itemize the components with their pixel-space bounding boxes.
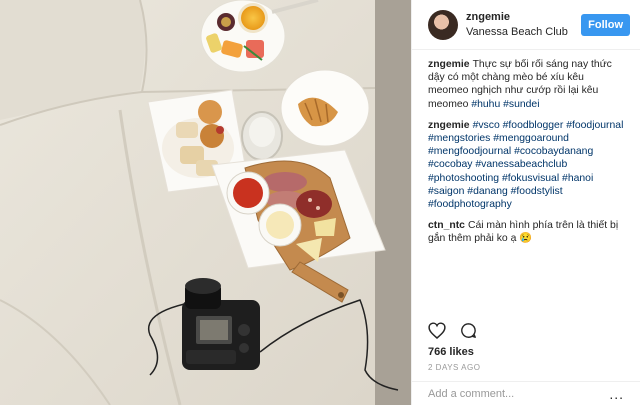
hashtag-link[interactable]: #foodblogger bbox=[503, 120, 564, 131]
heart-icon[interactable] bbox=[428, 322, 446, 339]
post-header: zngemie Vanessa Beach Club Follow bbox=[412, 0, 640, 50]
hashtag-link[interactable]: #cocobaydanang bbox=[514, 146, 593, 157]
hashtag-link[interactable]: #vanessabeachclub bbox=[475, 159, 567, 170]
avatar[interactable] bbox=[428, 9, 458, 40]
comment-text: 😢 bbox=[519, 233, 533, 245]
hashtag-link[interactable]: #foodphotography bbox=[428, 199, 512, 210]
likes-count[interactable]: 766 likes bbox=[428, 346, 474, 358]
post-author: zngemie Vanessa Beach Club bbox=[466, 10, 581, 40]
comment-bubble-icon[interactable] bbox=[460, 322, 477, 339]
hashtag-link[interactable]: #sundei bbox=[503, 99, 539, 110]
hashtag-link[interactable]: #mengfoodjournal bbox=[428, 146, 511, 157]
post-location[interactable]: Vanessa Beach Club bbox=[466, 25, 581, 40]
action-bar bbox=[428, 322, 477, 339]
author-username[interactable]: zngemie bbox=[466, 10, 581, 25]
comment-item: zngemie Thực sự bối rối sáng nay thức dậy… bbox=[428, 58, 624, 111]
hashtag-link[interactable]: #vsco bbox=[473, 120, 500, 131]
add-comment-bar: Add a comment... ... bbox=[412, 381, 640, 406]
hashtag-link[interactable]: #mengstories bbox=[428, 133, 490, 144]
comment-username[interactable]: ctn_ntc bbox=[428, 220, 465, 231]
instagram-post: zngemie Vanessa Beach Club Follow zngemi… bbox=[0, 0, 640, 405]
hashtag-link[interactable]: #foodstylist bbox=[511, 186, 563, 197]
hashtag-link[interactable]: #menggoaround bbox=[493, 133, 569, 144]
breakfast-flatlay-image bbox=[0, 0, 411, 405]
hashtag-link[interactable]: #fokusvisual bbox=[502, 173, 559, 184]
comment-username[interactable]: zngemie bbox=[428, 120, 470, 131]
comment-item: zngemie #vsco #foodblogger #foodjournal #… bbox=[428, 119, 624, 211]
comment-item: ctn_ntc Cái màn hình phía trên là thiết b… bbox=[428, 219, 624, 245]
follow-button[interactable]: Follow bbox=[581, 13, 630, 36]
hashtag-link[interactable]: #danang bbox=[467, 186, 507, 197]
hashtag-link[interactable]: #huhu bbox=[471, 99, 500, 110]
hashtag-link[interactable]: #saigon bbox=[428, 186, 464, 197]
comment-username[interactable]: zngemie bbox=[428, 59, 470, 70]
hashtag-link[interactable]: #cocobay bbox=[428, 159, 472, 170]
hashtag-link[interactable]: #foodjournal bbox=[566, 120, 623, 131]
more-options-icon[interactable]: ... bbox=[609, 386, 624, 402]
hashtag-link[interactable]: #hanoi bbox=[562, 173, 593, 184]
comments-list: zngemie Thực sự bối rối sáng nay thức dậy… bbox=[412, 50, 640, 246]
post-photo[interactable] bbox=[0, 0, 411, 405]
post-timestamp[interactable]: 2 DAYS AGO bbox=[428, 363, 480, 372]
hashtag-link[interactable]: #photoshooting bbox=[428, 173, 499, 184]
add-comment-input[interactable]: Add a comment... bbox=[428, 388, 609, 400]
post-sidebar: zngemie Vanessa Beach Club Follow zngemi… bbox=[411, 0, 640, 405]
